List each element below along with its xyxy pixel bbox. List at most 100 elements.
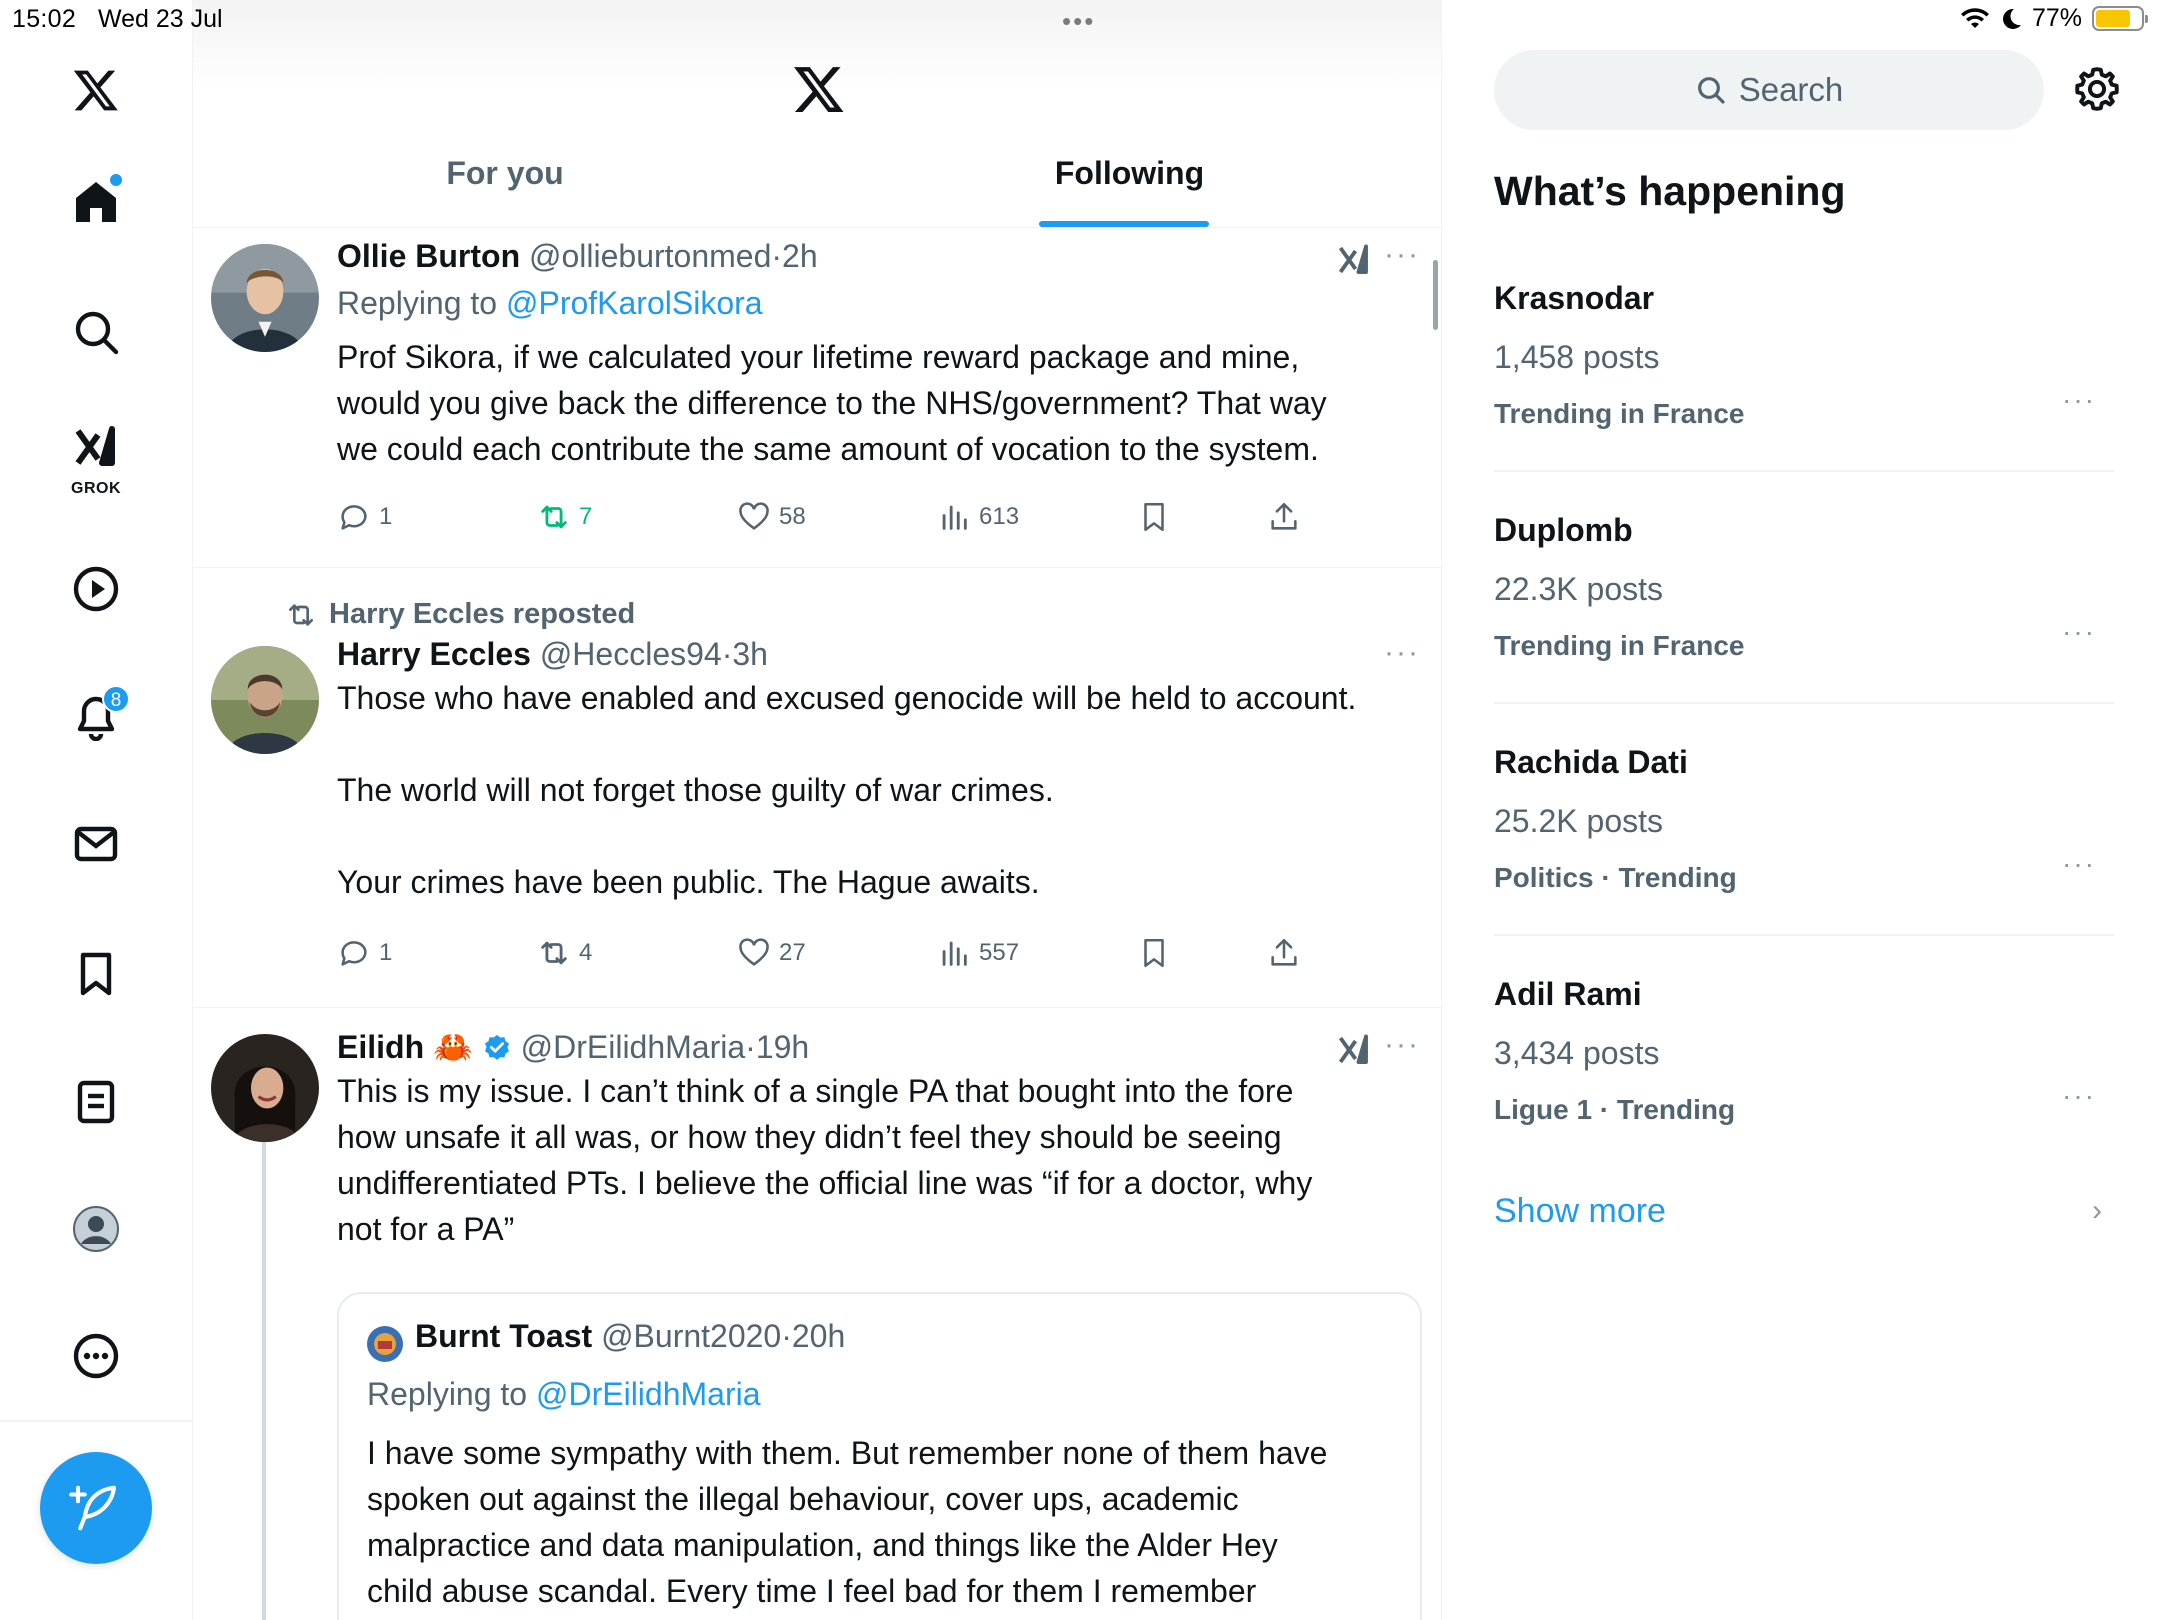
post-harry-eccles[interactable]: Harry Eccles reposted Harry Eccles @Hecc… [193,568,1441,1008]
grok-explain-icon[interactable] [1336,242,1372,278]
repost-button[interactable]: 7 [537,500,592,534]
search-icon[interactable] [62,298,130,366]
avatar[interactable] [211,244,319,352]
post-eilidh[interactable]: Eilidh 🦀 @DrEilidhMaria·19h This is my i… [193,1008,1441,1620]
trend-category: Trending in France [1494,398,1745,429]
author-name[interactable]: Eilidh [337,1029,424,1065]
author-handle[interactable]: @DrEilidhMaria [521,1029,746,1065]
post-ollie-burton[interactable]: Ollie Burton @ollieburtonmed·2h Replying… [193,228,1441,568]
post-time[interactable]: 19h [756,1029,809,1065]
repost-icon [541,505,567,529]
bookmark-icon [1144,502,1164,532]
verified-badge-icon[interactable] [482,1033,512,1063]
quoted-post[interactable]: Burnt Toast @Burnt2020·20h Replying to @… [337,1292,1422,1620]
x-logo-icon[interactable] [792,62,846,116]
grok-explain-icon[interactable] [1336,1032,1372,1068]
quote-avatar[interactable] [367,1326,403,1362]
quote-author-handle[interactable]: @Burnt2020 [601,1318,781,1354]
post-more-icon[interactable]: ··· [1384,636,1420,670]
author-handle[interactable]: @Heccles94 [540,636,722,672]
tab-following[interactable]: Following [817,155,1441,192]
views-icon [942,941,967,966]
home-unread-dot [110,174,122,186]
mention-link[interactable]: @DrEilidhMaria [536,1376,761,1412]
bookmark-button[interactable] [1137,500,1171,534]
multitasking-dots[interactable]: ••• [1062,6,1095,37]
views-button[interactable]: 613 [937,500,1019,534]
share-button[interactable] [1267,500,1301,534]
reposted-by: Harry Eccles reposted [285,598,635,631]
battery-icon [2092,6,2148,31]
post-time[interactable]: 3h [732,636,768,672]
trend-more-icon[interactable]: ··· [2062,384,2096,416]
video-icon[interactable] [62,555,130,623]
home-icon[interactable] [62,168,130,236]
heart-icon [739,502,769,530]
reply-button[interactable]: 1 [337,500,392,534]
post-text: This is my issue. I can’t think of a sin… [337,1073,1313,1247]
search-input[interactable]: Search [1494,50,2044,130]
post-more-icon[interactable]: ··· [1384,238,1420,272]
timeline: For you Following Ollie Burton @olliebur… [193,0,1442,1620]
author-name[interactable]: Ollie Burton [337,238,520,274]
right-sidebar: Search What’s happening Krasnodar 1,458 … [1442,0,2160,1620]
trend-item[interactable]: Duplomb 22.3K posts Trending in France ·… [1494,512,2114,662]
trend-item[interactable]: Adil Rami 3,434 posts Ligue 1 · Trending… [1494,976,2114,1126]
quote-author-name[interactable]: Burnt Toast [415,1318,592,1354]
mention-link[interactable]: @ProfKarolSikora [506,285,763,321]
chevron-right-icon[interactable]: › [2092,1194,2102,1228]
notifications-bell-icon[interactable]: 8 [62,683,130,751]
grok-label: GROK [71,480,121,497]
trend-post-count: 1,458 posts [1494,339,1660,375]
post-actions: 1 4 27 557 [337,936,1337,976]
moon-icon [2002,8,2021,29]
lists-icon[interactable] [62,1068,130,1136]
trend-item[interactable]: Krasnodar 1,458 posts Trending in France… [1494,280,2114,430]
trend-post-count: 25.2K posts [1494,803,1663,839]
avatar[interactable] [211,1034,319,1142]
trend-more-icon[interactable]: ··· [2062,1080,2096,1112]
avatar[interactable] [211,646,319,754]
view-count: 613 [979,503,1020,530]
profile-avatar-icon[interactable] [62,1195,130,1263]
trend-name: Rachida Dati [1494,744,1688,780]
like-button[interactable]: 58 [737,500,806,534]
post-time[interactable]: 2h [782,238,818,274]
repost-button[interactable]: 4 [537,936,592,970]
post-text: Those who have enabled and excused genoc… [337,680,1357,900]
author-name[interactable]: Harry Eccles [337,636,531,672]
reply-button[interactable]: 1 [337,936,392,970]
more-options-icon[interactable] [62,1322,130,1390]
like-button[interactable]: 27 [737,936,806,970]
trend-more-icon[interactable]: ··· [2062,616,2096,648]
post-more-icon[interactable]: ··· [1384,1028,1420,1062]
scrollbar-thumb[interactable] [1433,260,1438,330]
tab-for-you[interactable]: For you [193,155,817,192]
wifi-icon [1960,7,1989,28]
left-navigation: GROK 8 [0,0,193,1620]
repost-icon [541,941,567,965]
show-more-link[interactable]: Show more [1494,1192,1666,1231]
author-handle[interactable]: @ollieburtonmed [529,238,771,274]
bookmark-button[interactable] [1137,936,1171,970]
quote-header: Burnt Toast @Burnt2020·20h [415,1318,846,1354]
settings-gear-icon[interactable] [2072,64,2122,114]
x-logo-icon[interactable] [62,56,130,124]
trend-item[interactable]: Rachida Dati 25.2K posts Politics · Tren… [1494,744,2114,894]
trend-more-icon[interactable]: ··· [2062,848,2096,880]
bookmarks-icon[interactable] [62,940,130,1008]
messages-icon[interactable] [62,810,130,878]
share-button[interactable] [1267,936,1301,970]
reply-icon [341,505,367,530]
battery-level [2096,10,2130,27]
trend-category: Politics · Trending [1494,862,1737,893]
views-button[interactable]: 557 [937,936,1019,970]
grok-icon[interactable]: GROK [62,420,130,497]
trend-post-count: 22.3K posts [1494,571,1663,607]
reply-icon [341,941,367,966]
quote-time[interactable]: 20h [792,1318,845,1354]
compose-post-button[interactable] [40,1452,152,1564]
compose-feather-icon [69,1485,117,1531]
post-text: Prof Sikora, if we calculated your lifet… [337,339,1327,467]
repost-count: 4 [579,939,593,966]
